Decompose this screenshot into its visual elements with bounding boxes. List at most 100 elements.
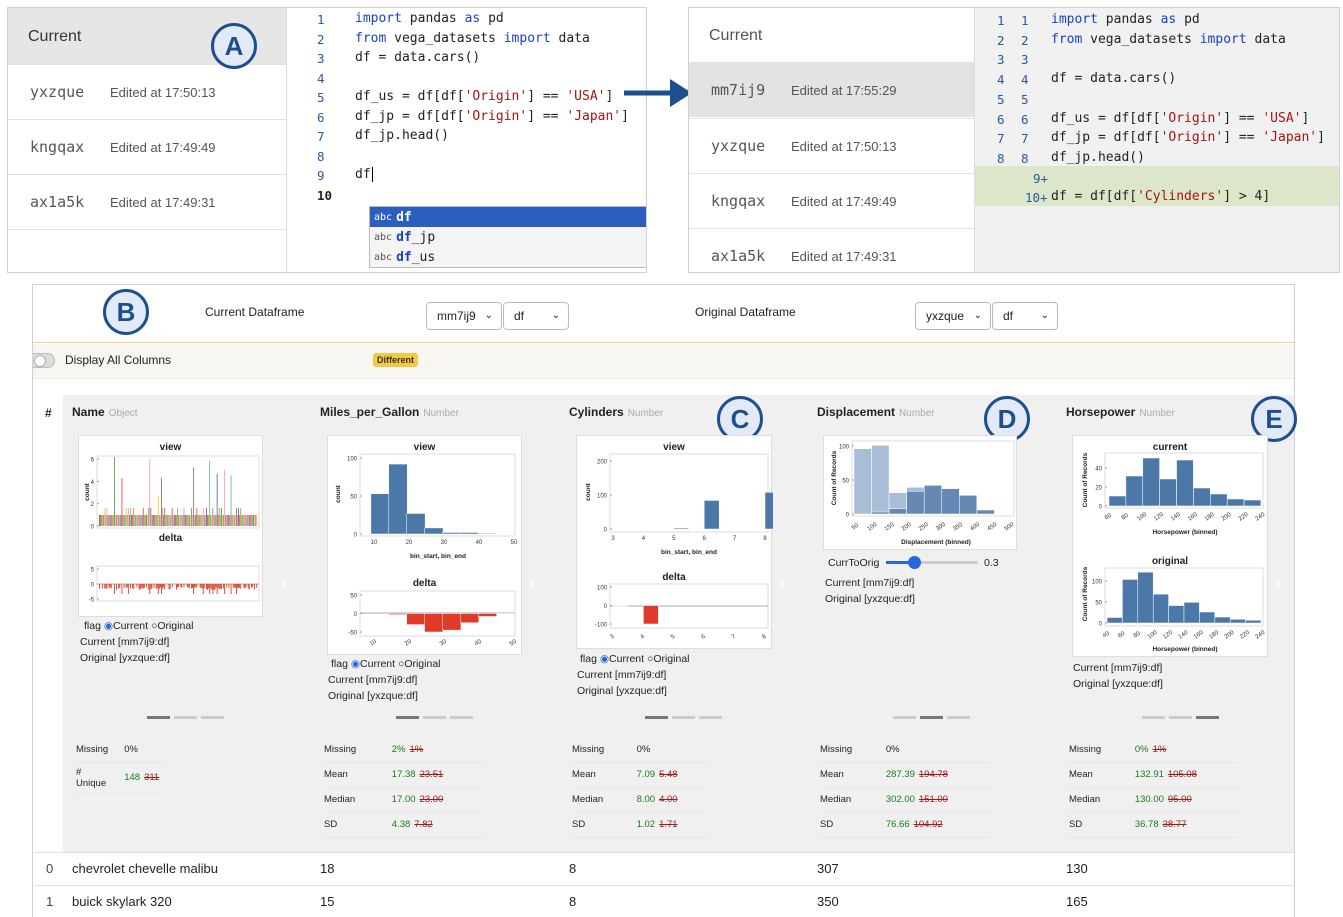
delta-bar <box>141 584 143 589</box>
category-bar <box>179 515 181 526</box>
row-index: 1 <box>46 894 54 909</box>
category-bar <box>226 515 228 526</box>
slider-thumb[interactable] <box>908 556 921 569</box>
page-dots[interactable] <box>893 716 970 719</box>
category-bar <box>147 515 149 526</box>
next-chevron[interactable]: › <box>530 575 535 593</box>
flag-radio-group: flag ◉Current ○Original <box>580 653 690 665</box>
delta-bar <box>209 584 211 594</box>
x-tick-label: 4 <box>640 633 647 640</box>
current-value: 17.00 <box>391 794 416 805</box>
history-item[interactable]: kngqax Edited at 17:49:49 <box>8 119 286 174</box>
category-bar <box>223 515 225 526</box>
next-chevron[interactable]: › <box>1276 575 1281 593</box>
category-bar <box>224 469 226 526</box>
category-bar <box>177 508 179 526</box>
x-axis-label: Horsepower (binned) <box>1152 646 1217 653</box>
x-tick-label: 8 <box>763 536 767 542</box>
x-tick-label: 180 <box>1208 629 1220 640</box>
autocomplete-popup[interactable]: abc df abc df _jp abc df _us <box>369 206 646 268</box>
category-bar <box>159 515 161 526</box>
column-header-horsepower[interactable]: Horsepower Number <box>1066 405 1175 419</box>
delta-bar <box>177 584 179 588</box>
history-item[interactable]: yxzque Edited at 17:50:13 <box>8 64 286 119</box>
category-bar <box>235 508 237 526</box>
curr-to-orig-slider[interactable] <box>886 556 978 569</box>
column-header-cylinders[interactable]: Cylinders Number <box>569 405 663 419</box>
history-item[interactable]: ax1a5k Edited at 17:49:31 <box>689 228 974 272</box>
y-tick-label: 40 <box>1095 467 1102 473</box>
autocomplete-item[interactable]: abc df <box>370 207 646 227</box>
cyl-view-bar <box>764 492 773 530</box>
delta-bar <box>118 584 120 589</box>
current-value: 0% <box>1134 743 1149 755</box>
options-bar <box>33 344 1294 379</box>
hp-current-bar <box>1226 498 1245 507</box>
column-header-name[interactable]: Name Object <box>72 405 138 419</box>
stats-row: SD 36.78 38.77 <box>1069 812 1239 838</box>
flag-current-radio[interactable]: ◉ <box>104 620 113 632</box>
right-notebook-panel: Current mm7ij9 Edited at 17:55:29 yxzque E… <box>688 7 1340 273</box>
history-item-selected[interactable]: mm7ij9 Edited at 17:55:29 <box>689 62 974 117</box>
delta-bar <box>250 584 252 588</box>
history-item[interactable]: yxzque Edited at 17:50:13 <box>689 118 974 173</box>
delta-bar <box>143 584 145 588</box>
x-tick-label: 100 <box>1147 629 1159 640</box>
category-bar <box>162 508 164 526</box>
y-axis-label: Count of Records <box>1082 566 1089 621</box>
delta-bar <box>195 584 197 588</box>
y-tick-label: 4 <box>91 480 95 486</box>
y-tick-label: 2 <box>91 502 95 508</box>
original-value: 1.71 <box>659 819 678 830</box>
current-snapshot-select[interactable]: mm7ij9 ⌄ <box>426 302 502 330</box>
table-row[interactable]: 1 buick skylark 320 15 8 350 165 <box>32 885 1294 917</box>
next-chevron[interactable]: › <box>779 575 784 593</box>
category-bar <box>133 508 135 526</box>
x-tick-label: 60 <box>1117 630 1126 639</box>
y-axis-label: Count of Records <box>831 450 838 505</box>
x-tick-label: 60 <box>1104 512 1113 521</box>
category-bar <box>252 515 253 526</box>
hp-current-bar <box>1176 459 1194 507</box>
displacement-chart: 100500Count of Records50 100 150 200 250 300 3… <box>831 440 1016 546</box>
category-bar <box>240 508 242 526</box>
category-bar <box>197 515 199 526</box>
original-var-select[interactable]: df ⌄ <box>992 302 1058 330</box>
history-item[interactable]: kngqax Edited at 17:49:49 <box>689 173 974 228</box>
original-snapshot-select[interactable]: yxzque ⌄ <box>915 302 991 330</box>
stats-row: Mean 287.39 194.78 <box>820 762 990 788</box>
current-var-select[interactable]: df ⌄ <box>503 302 569 330</box>
stats-row: Median 302.00 151.00 <box>820 787 990 813</box>
category-bar <box>128 515 130 526</box>
delta-bar <box>104 584 106 589</box>
category-bar <box>255 515 257 526</box>
stats-row: Mean 17.38 23.51 <box>324 762 484 788</box>
history-item[interactable]: ax1a5k Edited at 17:49:31 <box>8 174 286 229</box>
category-bar <box>183 508 185 526</box>
snapshot-time: Edited at 17:49:49 <box>110 139 216 155</box>
snapshot-id: ax1a5k <box>30 193 85 211</box>
page-dots[interactable] <box>147 716 224 719</box>
autocomplete-item[interactable]: abc df _jp <box>370 227 646 247</box>
page-dots[interactable] <box>645 716 722 719</box>
mpg-chart-card: view delta 100 50 0 count 10 20 30 40 50 bin_star… <box>327 435 522 655</box>
column-header-mpg[interactable]: Miles_per_Gallon Number <box>320 405 459 419</box>
disp-current-bar <box>959 495 978 515</box>
column-header-displacement[interactable]: Displacement Number <box>817 405 935 419</box>
table-cell: 350 <box>817 894 839 909</box>
category-bar <box>180 515 182 526</box>
hp-current-bar <box>1243 499 1262 507</box>
page-dots[interactable] <box>1142 716 1219 719</box>
page-dots[interactable] <box>396 716 473 719</box>
flag-current-radio[interactable]: ◉ <box>351 658 360 670</box>
flag-current-radio[interactable]: ◉ <box>600 653 609 665</box>
delta-bar <box>183 584 185 588</box>
table-row[interactable]: 0 chevrolet chevelle malibu 18 8 307 130 <box>32 852 1294 884</box>
code-editor[interactable]: 1 2 3 4 5 6 7 8 9 10 import pandas as pd from vega… <box>295 8 646 272</box>
original-value: 5.48 <box>659 769 678 780</box>
hp-original-bar <box>1137 571 1154 624</box>
x-tick-label: 30 <box>439 638 448 647</box>
autocomplete-item[interactable]: abc df _us <box>370 247 646 267</box>
next-chevron[interactable]: › <box>282 575 287 593</box>
display-all-columns-toggle[interactable] <box>33 353 55 368</box>
